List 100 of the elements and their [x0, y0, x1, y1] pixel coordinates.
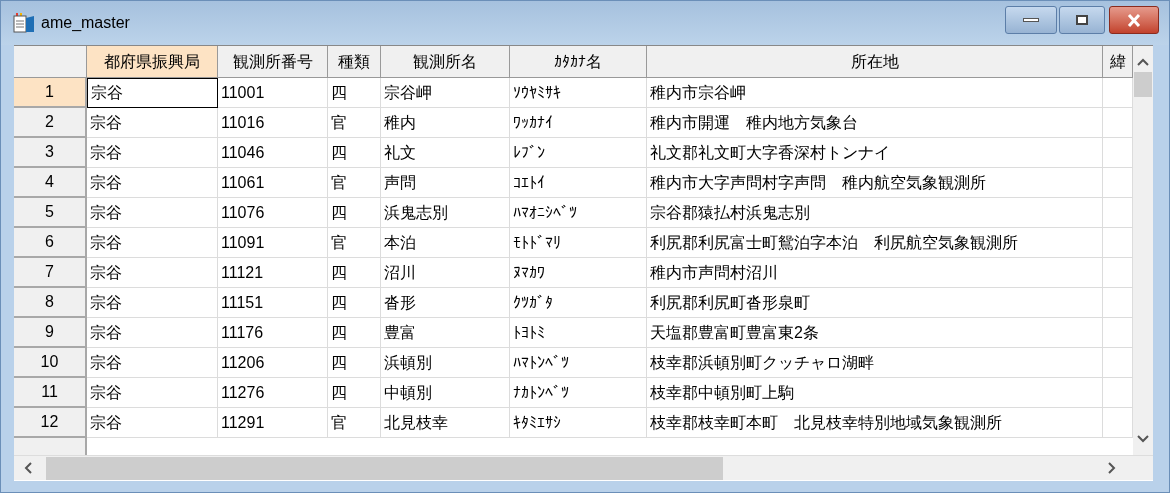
table-cell: 官: [328, 228, 381, 258]
table-cell: ﾊﾏｵﾆｼﾍﾞﾂ: [510, 198, 647, 228]
window-title: ame_master: [41, 13, 130, 33]
table-cell: 四: [328, 198, 381, 228]
table-cell: 四: [328, 378, 381, 408]
row-header[interactable]: 4: [14, 168, 87, 198]
table-cell: 宗谷: [87, 198, 218, 228]
row-header[interactable]: 10: [14, 348, 87, 378]
table-cell: 宗谷: [87, 228, 218, 258]
table-cell: ｸﾂｶﾞﾀ: [510, 288, 647, 318]
notepad-icon: [13, 13, 35, 33]
table-cell: 浜頓別: [381, 348, 510, 378]
row-header[interactable]: 11: [14, 378, 87, 408]
table-cell: 宗谷: [87, 168, 218, 198]
table-cell: 沓形: [381, 288, 510, 318]
table-cell: 宗谷: [87, 108, 218, 138]
row-header[interactable]: 12: [14, 408, 87, 438]
table-cell: ﾊﾏﾄﾝﾍﾞﾂ: [510, 348, 647, 378]
table-cell: 四: [328, 138, 381, 168]
table-cell: 11016: [218, 108, 328, 138]
table-cell: 官: [328, 108, 381, 138]
horizontal-scrollbar[interactable]: [14, 455, 1153, 480]
table-cell: 11291: [218, 408, 328, 438]
column-header[interactable]: 観測所名: [381, 46, 510, 78]
table-cell: 稚内市開運 稚内地方気象台: [647, 108, 1103, 138]
table-cell: ｷﾀﾐｴｻｼ: [510, 408, 647, 438]
table-cell: ﾜｯｶﾅｲ: [510, 108, 647, 138]
vertical-scrollbar[interactable]: [1133, 46, 1153, 455]
close-icon: [1127, 13, 1141, 27]
table-cell: 礼文郡礼文町大字香深村トンナイ: [647, 138, 1103, 168]
table-cell: 宗谷: [87, 288, 218, 318]
column-header[interactable]: 種類: [328, 46, 381, 78]
row-header[interactable]: 1: [14, 78, 87, 108]
scrollbar-thumb[interactable]: [46, 456, 723, 480]
table-cell: 11276: [218, 378, 328, 408]
table-cell: 宗谷: [87, 138, 218, 168]
table-cell: 沼川: [381, 258, 510, 288]
table-cell: 豊富: [381, 318, 510, 348]
minimize-button[interactable]: [1005, 6, 1057, 34]
column-header[interactable]: 緯: [1103, 46, 1133, 78]
table-cell: ﾚﾌﾞﾝ: [510, 138, 647, 168]
table-cell: ﾓﾄﾄﾞﾏﾘ: [510, 228, 647, 258]
table-cell: 枝幸郡浜頓別町クッチャロ湖畔: [647, 348, 1103, 378]
table-cell: 11151: [218, 288, 328, 318]
column-header[interactable]: ｶﾀｶﾅ名: [510, 46, 647, 78]
table-cell: 宗谷: [87, 258, 218, 288]
table-cell: 11046: [218, 138, 328, 168]
table-cell: 官: [328, 408, 381, 438]
table-cell: 宗谷郡猿払村浜鬼志別: [647, 198, 1103, 228]
table-cell: 四: [328, 318, 381, 348]
table-cell: 11076: [218, 198, 328, 228]
table-cell: ﾇﾏｶﾜ: [510, 258, 647, 288]
table-cell: 浜鬼志別: [381, 198, 510, 228]
table-cell: 声問: [381, 168, 510, 198]
table-cell: 11121: [218, 258, 328, 288]
table-cell: 四: [328, 258, 381, 288]
table-cell: 宗谷: [87, 348, 218, 378]
table-cell: 本泊: [381, 228, 510, 258]
table-cell: 宗谷岬: [381, 78, 510, 108]
table-cell: ｺｴﾄｲ: [510, 168, 647, 198]
scrollbar-thumb[interactable]: [1134, 72, 1152, 97]
table-cell: 11001: [218, 78, 328, 108]
table-cell: 利尻郡利尻富士町鴛泊字本泊 利尻航空気象観測所: [647, 228, 1103, 258]
row-header[interactable]: 9: [14, 318, 87, 348]
table-cell: ｿｳﾔﾐｻｷ: [510, 78, 647, 108]
table-cell: 枝幸郡中頓別町上駒: [647, 378, 1103, 408]
table-cell: ﾄﾖﾄﾐ: [510, 318, 647, 348]
table-cell: 稚内市大字声問村字声問 稚内航空気象観測所: [647, 168, 1103, 198]
table-cell: 利尻郡利尻町沓形泉町: [647, 288, 1103, 318]
table-cell: 四: [328, 288, 381, 318]
table-cell: 四: [328, 78, 381, 108]
table-cell: 11176: [218, 318, 328, 348]
table-cell: 宗谷: [87, 318, 218, 348]
table-cell: 稚内: [381, 108, 510, 138]
column-header[interactable]: 都府県振興局: [87, 46, 218, 78]
table-cell: 稚内市宗谷岬: [647, 78, 1103, 108]
table-cell: 枝幸郡枝幸町本町 北見枝幸特別地域気象観測所: [647, 408, 1103, 438]
maximize-button[interactable]: [1059, 6, 1105, 34]
table-cell: 11091: [218, 228, 328, 258]
table-cell: 宗谷: [87, 78, 218, 108]
row-header[interactable]: 6: [14, 228, 87, 258]
table-cell: 礼文: [381, 138, 510, 168]
table-cell: 宗谷: [87, 378, 218, 408]
table-cell: 中頓別: [381, 378, 510, 408]
column-header[interactable]: 所在地: [647, 46, 1103, 78]
table-cell: 四: [328, 348, 381, 378]
table-cell: ﾅｶﾄﾝﾍﾞﾂ: [510, 378, 647, 408]
row-header[interactable]: 5: [14, 198, 87, 228]
table-cell: 天塩郡豊富町豊富東2条: [647, 318, 1103, 348]
table-cell: 11206: [218, 348, 328, 378]
row-header[interactable]: 7: [14, 258, 87, 288]
table-cell: 官: [328, 168, 381, 198]
table-cell: 北見枝幸: [381, 408, 510, 438]
column-header[interactable]: 観測所番号: [218, 46, 328, 78]
table-cell: 宗谷: [87, 408, 218, 438]
close-button[interactable]: [1109, 6, 1159, 34]
row-header[interactable]: 2: [14, 108, 87, 138]
row-header[interactable]: 3: [14, 138, 87, 168]
row-header[interactable]: 8: [14, 288, 87, 318]
table-cell: 稚内市声問村沼川: [647, 258, 1103, 288]
